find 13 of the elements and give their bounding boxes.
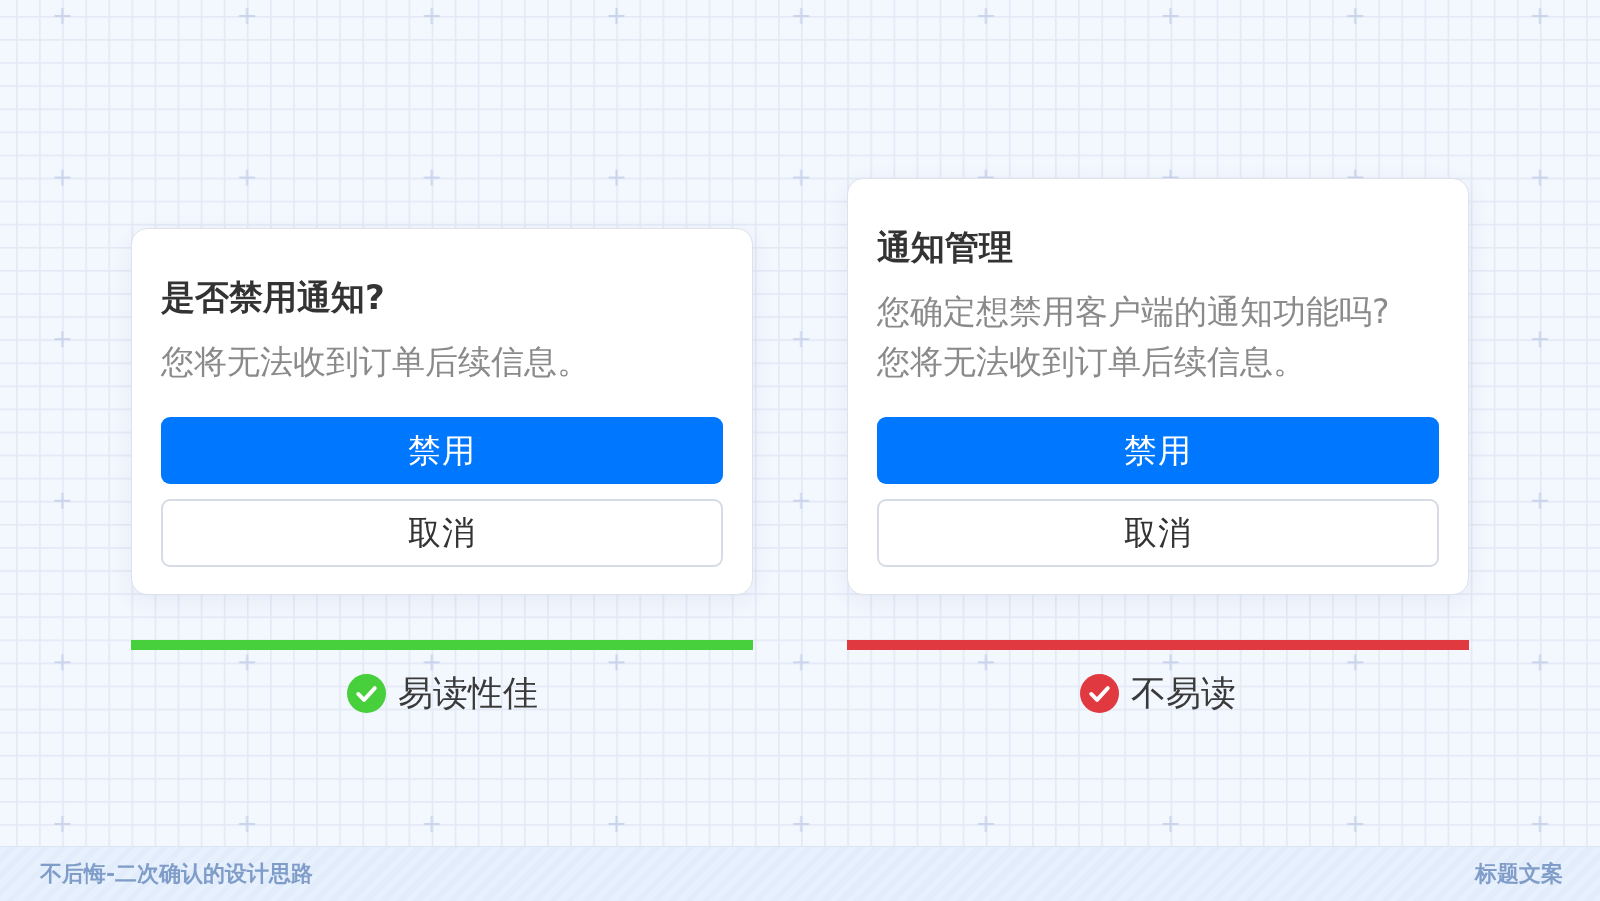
verdict-label: 不易读 xyxy=(1131,672,1236,715)
confirm-button[interactable]: 禁用 xyxy=(877,417,1439,484)
footer-caption: 标题文案 xyxy=(1475,860,1563,888)
dialog-title: 是否禁用通知? xyxy=(161,276,386,319)
verdict-label: 易读性佳 xyxy=(397,672,538,715)
dialog-message: 您将无法收到订单后续信息。 xyxy=(161,341,591,383)
confirm-button[interactable]: 禁用 xyxy=(161,417,723,484)
dialog-message: 您确定想禁用客户端的通知功能吗? xyxy=(877,291,1391,333)
cancel-button[interactable]: 取消 xyxy=(161,499,723,567)
cancel-button[interactable]: 取消 xyxy=(877,499,1439,567)
dialog-title: 通知管理 xyxy=(877,226,1014,269)
dialog-message: 您将无法收到订单后续信息。 xyxy=(877,341,1307,383)
footer-title: 不后悔-二次确认的设计思路 xyxy=(40,860,314,888)
